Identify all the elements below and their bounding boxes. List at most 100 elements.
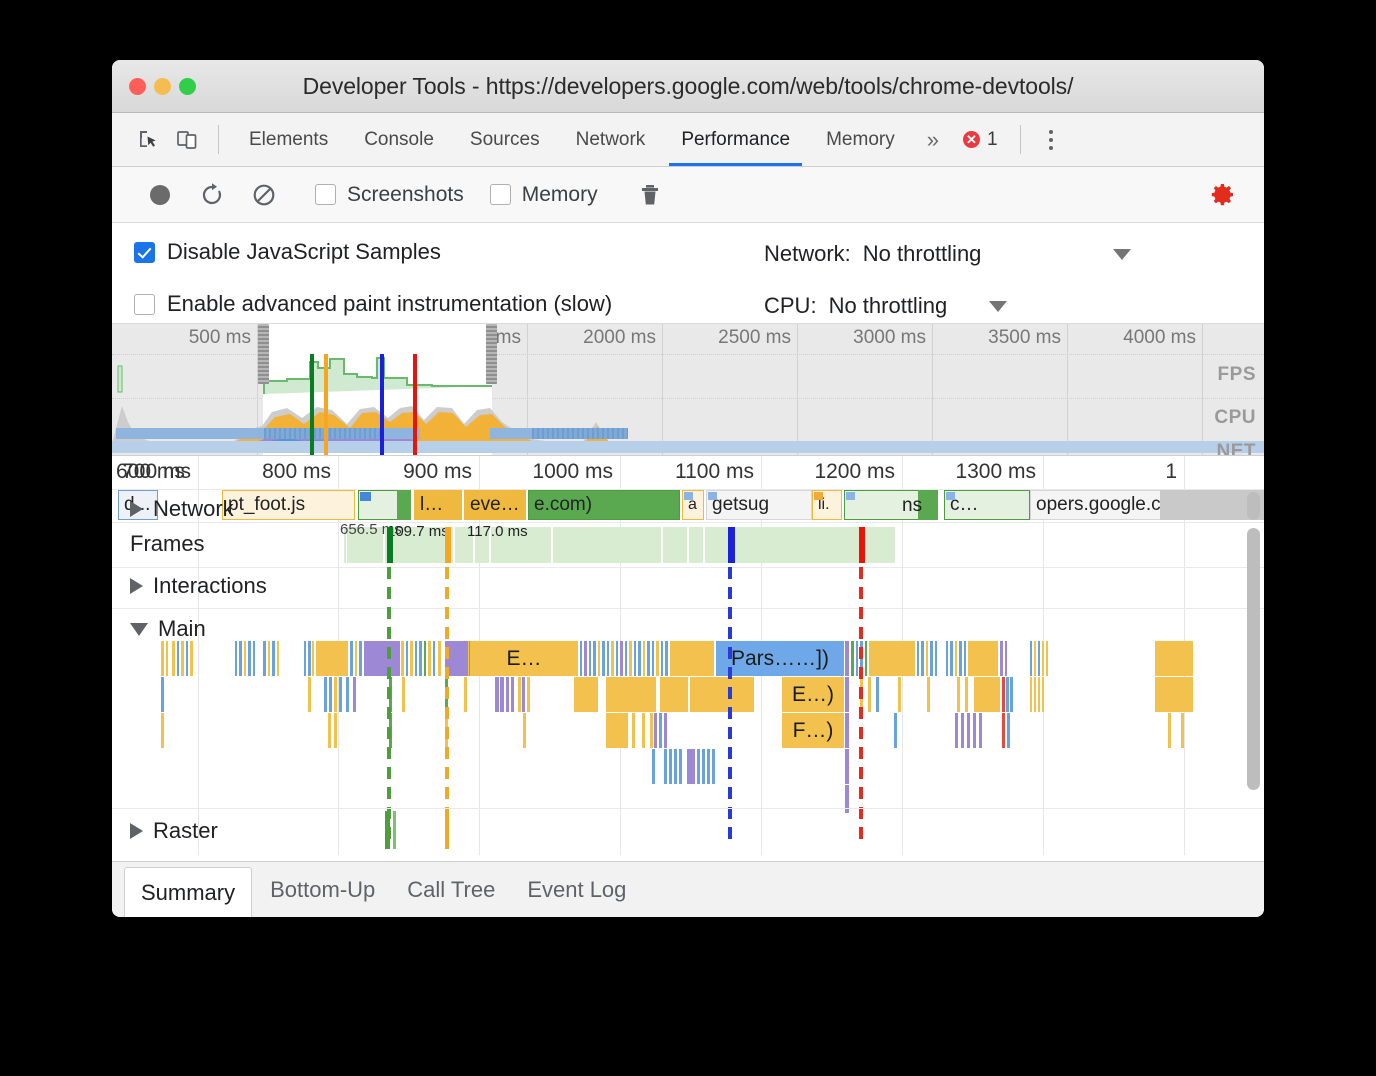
cpu-throttling-value[interactable]: No throttling xyxy=(829,293,948,319)
network-track-events[interactable]: d... pt_foot.js l… eve… e.com) a getsug … xyxy=(112,490,1264,522)
advanced-paint-label: Enable advanced paint instrumentation (s… xyxy=(167,291,613,316)
advanced-paint-checkbox[interactable] xyxy=(134,293,155,315)
main-flame-rows[interactable] xyxy=(112,641,1264,841)
devtools-tabstrip: Elements Console Sources Network Perform… xyxy=(112,113,1264,167)
track-raster-label: Raster xyxy=(153,818,218,843)
network-request[interactable]: getsug xyxy=(706,490,812,520)
overview-right-grip[interactable] xyxy=(486,324,497,384)
load-marker xyxy=(728,527,735,563)
flame-bar-label[interactable]: E… xyxy=(470,641,578,676)
collect-garbage-icon[interactable] xyxy=(624,182,676,208)
more-tabs-icon[interactable]: » xyxy=(913,113,953,166)
frames-track[interactable]: 656.5 ms 109.7 ms 117.0 ms xyxy=(112,523,1264,567)
timeline-overview[interactable]: 500 ms 1000 ms 1500 ms 2000 ms 2500 ms 3… xyxy=(112,324,1264,456)
tab-bottom-up[interactable]: Bottom-Up xyxy=(254,862,391,917)
flame-tick-first: 600 ms xyxy=(116,460,185,483)
fp-marker xyxy=(445,527,451,563)
dcl-marker xyxy=(387,567,391,847)
chevron-right-icon xyxy=(130,823,143,839)
close-button[interactable] xyxy=(129,77,146,95)
track-frames-label: Frames xyxy=(130,531,205,556)
network-throttling-value[interactable]: No throttling xyxy=(863,241,982,267)
disable-js-samples-checkbox[interactable] xyxy=(134,241,155,263)
network-priority-marker xyxy=(846,492,855,500)
net-lane-label: NET xyxy=(1216,441,1256,456)
clear-recording-icon[interactable] xyxy=(238,182,290,208)
network-download-segment xyxy=(397,490,411,520)
network-priority-marker xyxy=(708,492,717,500)
tab-call-tree[interactable]: Call Tree xyxy=(391,862,511,917)
track-network-label: Network xyxy=(153,496,234,521)
reload-and-record-icon[interactable] xyxy=(186,182,238,208)
capture-settings-icon[interactable] xyxy=(1196,181,1248,209)
devtools-window: Developer Tools - https://developers.goo… xyxy=(112,60,1264,917)
track-main[interactable]: Main xyxy=(130,616,206,642)
toolbar-divider xyxy=(218,125,219,154)
tab-event-log[interactable]: Event Log xyxy=(511,862,642,917)
disable-js-samples-row[interactable]: Disable JavaScript Samples xyxy=(134,239,441,265)
screenshots-checkbox[interactable]: Screenshots xyxy=(315,183,464,207)
record-toolbar: Screenshots Memory xyxy=(112,167,1264,223)
error-count-badge[interactable]: ✕ 1 xyxy=(953,113,1008,166)
memory-label: Memory xyxy=(521,182,598,206)
memory-checkbox[interactable]: Memory xyxy=(489,182,598,207)
network-request[interactable]: e.com) xyxy=(528,490,680,520)
network-request[interactable]: l… xyxy=(414,490,462,520)
network-throttling-label: Network: xyxy=(764,241,851,266)
track-frames[interactable]: Frames xyxy=(130,531,205,557)
load-marker xyxy=(380,354,384,455)
network-request[interactable]: eve… xyxy=(464,490,526,520)
track-network[interactable]: Network xyxy=(130,496,234,522)
cpu-throttling-chevron-down-icon[interactable] xyxy=(989,300,1008,312)
tab-performance[interactable]: Performance xyxy=(663,113,808,166)
screenshots-checkbox-box xyxy=(315,184,336,205)
raster-fp-marker xyxy=(445,811,449,849)
network-priority-marker xyxy=(684,492,693,500)
frame-duration-label: 109.7 ms xyxy=(387,523,449,540)
network-priority-marker xyxy=(360,492,371,501)
screen-root: Developer Tools - https://developers.goo… xyxy=(0,0,1376,1076)
cpu-throttling-row[interactable]: CPU: No throttling xyxy=(764,293,1008,319)
window-titlebar: Developer Tools - https://developers.goo… xyxy=(112,60,1264,113)
overview-left-grip[interactable] xyxy=(258,324,269,384)
network-throttling-chevron-down-icon[interactable] xyxy=(1113,248,1132,260)
memory-checkbox-box xyxy=(489,184,511,205)
tab-elements[interactable]: Elements xyxy=(231,113,346,166)
flame-bar-label[interactable]: F…) xyxy=(782,713,844,748)
record-button[interactable] xyxy=(134,182,186,208)
capture-settings-pane: Disable JavaScript Samples Enable advanc… xyxy=(112,223,1264,324)
disable-js-samples-label: Disable JavaScript Samples xyxy=(167,239,441,264)
network-throttling-row[interactable]: Network: No throttling xyxy=(764,241,1132,267)
inspect-element-icon[interactable] xyxy=(130,113,168,166)
cpu-throttling-label: CPU: xyxy=(764,293,817,318)
network-request[interactable]: c… xyxy=(944,490,1030,520)
device-toolbar-icon[interactable] xyxy=(168,113,206,166)
raster-dcl-marker xyxy=(385,811,390,849)
net-band xyxy=(490,428,532,439)
flame-chart-scrollbar[interactable] xyxy=(1247,528,1260,790)
minimize-button[interactable] xyxy=(154,77,171,95)
network-request-label: ns xyxy=(902,495,923,516)
tab-memory[interactable]: Memory xyxy=(808,113,913,166)
tab-sources[interactable]: Sources xyxy=(452,113,558,166)
l-marker xyxy=(859,527,865,563)
dcl-marker xyxy=(387,527,393,563)
tab-console[interactable]: Console xyxy=(346,113,452,166)
track-main-label: Main xyxy=(158,616,206,641)
l-marker xyxy=(859,567,863,847)
advanced-paint-row[interactable]: Enable advanced paint instrumentation (s… xyxy=(134,291,612,317)
network-request[interactable]: pt_foot.js xyxy=(222,490,355,520)
network-track-scrollbar[interactable] xyxy=(1247,492,1260,520)
fps-lane-label: FPS xyxy=(1217,364,1256,385)
tab-network[interactable]: Network xyxy=(558,113,664,166)
kebab-menu-icon[interactable] xyxy=(1033,113,1069,166)
track-raster[interactable]: Raster xyxy=(130,818,218,844)
tab-summary[interactable]: Summary xyxy=(124,867,253,917)
chevron-right-icon xyxy=(130,501,143,517)
flame-bar-label[interactable]: E…) xyxy=(782,677,844,712)
flame-bar-label[interactable]: Pars……]) xyxy=(716,641,844,676)
flame-chart-area[interactable]: 700 ms 800 ms 900 ms 1000 ms 1100 ms 120… xyxy=(112,456,1264,855)
tabstrip-divider xyxy=(1019,125,1021,154)
zoom-button[interactable] xyxy=(179,77,196,95)
track-interactions[interactable]: Interactions xyxy=(130,573,267,599)
